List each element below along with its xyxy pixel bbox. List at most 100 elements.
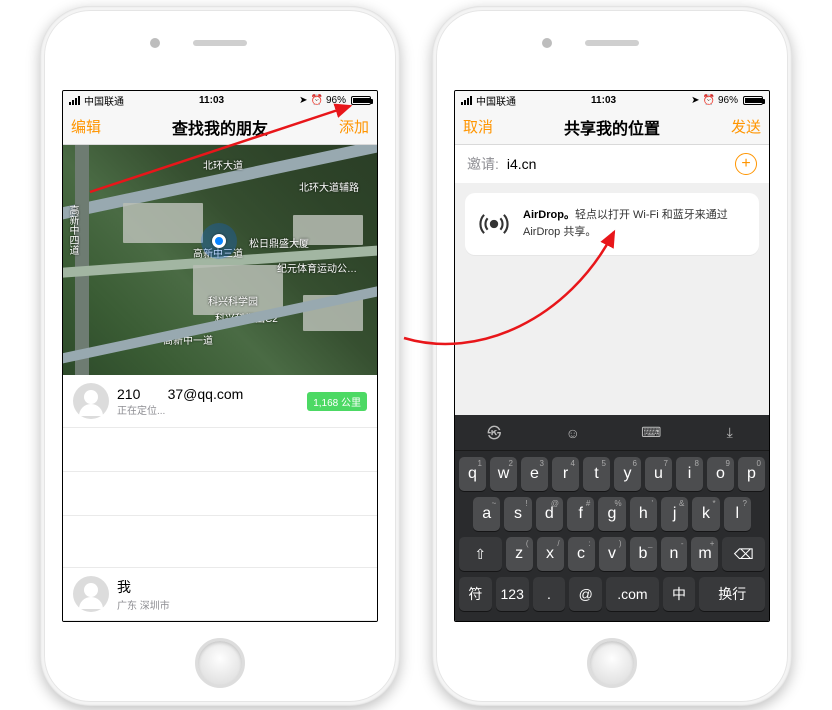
status-time: 11:03 [124,95,299,106]
page-title: 查找我的朋友 [111,115,329,139]
send-button[interactable]: 发送 [721,116,761,137]
me-name: 我 [117,577,367,597]
key-x[interactable]: x/ [537,537,564,571]
key-numbers[interactable]: 123 [496,577,529,611]
key-i[interactable]: i8 [676,457,703,491]
location-icon: ➤ [299,95,307,106]
home-button[interactable] [587,638,637,688]
alarm-icon: ⏰ [311,95,323,106]
key-shift[interactable]: ⇧ [459,537,502,571]
key-l[interactable]: l? [724,497,751,531]
list-item [63,428,377,472]
map-place-c: 松日鼎盛大厦 [249,235,309,250]
key-g[interactable]: g% [598,497,625,531]
status-bar: 中国联通 11:03 ➤ ⏰ 96% [63,91,377,109]
key-dot[interactable]: . [533,577,566,611]
kbd-tool-menu[interactable]: ㉿ [455,415,534,450]
key-d[interactable]: d@ [536,497,563,531]
phone-body: 中国联通 11:03 ➤ ⏰ 96% 取消 共享我的位置 发送 邀请: i4.c… [436,10,788,702]
airdrop-text: AirDrop。轻点以打开 Wi-Fi 和蓝牙来通过 AirDrop 共享。 [523,207,747,240]
navbar-right: 取消 共享我的位置 发送 [455,109,769,145]
key-k[interactable]: k* [692,497,719,531]
kbd-tool-emoji[interactable]: ☺ [534,415,613,450]
friend-name: 210 37@qq.com [117,386,301,402]
navbar-left: 编辑 查找我的朋友 添加 [63,109,377,145]
speaker [585,40,639,46]
key-e[interactable]: e3 [521,457,548,491]
avatar [73,576,109,612]
key-s[interactable]: s! [504,497,531,531]
key-n[interactable]: n- [661,537,688,571]
map-place-d: 纪元体育运动公… [277,260,357,275]
signal-icon [461,96,472,105]
invite-row[interactable]: 邀请: i4.cn + [455,145,769,183]
edit-button[interactable]: 编辑 [71,116,111,137]
map-road-bottom: 高新中一道 [163,332,213,347]
kbd-tool-collapse[interactable]: ⤓ [691,415,770,450]
status-time: 11:03 [516,95,691,106]
key-lang[interactable]: 中 [663,577,696,611]
key-u[interactable]: u7 [645,457,672,491]
key-o[interactable]: o9 [707,457,734,491]
battery-icon [351,96,371,105]
airdrop-icon [477,207,511,241]
kbd-tool-keyboard[interactable]: ⌨ [612,415,691,450]
location-icon: ➤ [691,95,699,106]
key-a[interactable]: a~ [473,497,500,531]
key-dotcom[interactable]: .com [606,577,658,611]
keyboard-toolbar: ㉿ ☺ ⌨ ⤓ [455,415,769,451]
map-v-road: 高新中四道 [65,205,80,255]
key-v[interactable]: v) [599,537,626,571]
key-z[interactable]: z( [506,537,533,571]
friend-status: 正在定位... [117,402,301,417]
status-right: ➤ ⏰ 96% [691,95,763,106]
map-place-b: 科兴科学园C2 [215,310,278,325]
kbd-row-3: ⇧ z(x/c:v)b_n-m+ ⌫ [459,537,765,571]
phone-right: 中国联通 11:03 ➤ ⏰ 96% 取消 共享我的位置 发送 邀请: i4.c… [432,6,792,706]
invite-input[interactable]: i4.cn [507,156,735,172]
carrier-label: 中国联通 [476,93,516,108]
home-button[interactable] [195,638,245,688]
key-q[interactable]: q1 [459,457,486,491]
spacer [455,265,769,415]
key-y[interactable]: y6 [614,457,641,491]
map-road-top-aux: 北环大道辅路 [299,179,359,194]
key-enter[interactable]: 换行 [699,577,765,611]
key-f[interactable]: f# [567,497,594,531]
key-j[interactable]: j& [661,497,688,531]
battery-icon [743,96,763,105]
key-at[interactable]: @ [569,577,602,611]
friends-list: 210 37@qq.com 正在定位... 1,168 公里 我 广东 深圳市 [63,375,377,621]
screen-left: 中国联通 11:03 ➤ ⏰ 96% 编辑 查找我的朋友 添加 [62,90,378,622]
airdrop-card[interactable]: AirDrop。轻点以打开 Wi-Fi 和蓝牙来通过 AirDrop 共享。 [465,193,759,255]
status-bar: 中国联通 11:03 ➤ ⏰ 96% [455,91,769,109]
key-t[interactable]: t5 [583,457,610,491]
key-symbols[interactable]: 符 [459,577,492,611]
key-c[interactable]: c: [568,537,595,571]
cancel-button[interactable]: 取消 [463,116,503,137]
key-b[interactable]: b_ [630,537,657,571]
add-button[interactable]: 添加 [329,116,369,137]
key-h[interactable]: h' [630,497,657,531]
add-contact-button[interactable]: + [735,153,757,175]
me-location: 广东 深圳市 [117,597,367,612]
page-title: 共享我的位置 [503,115,721,139]
key-p[interactable]: p0 [738,457,765,491]
alarm-icon: ⏰ [703,95,715,106]
key-w[interactable]: w2 [490,457,517,491]
screen-right: 中国联通 11:03 ➤ ⏰ 96% 取消 共享我的位置 发送 邀请: i4.c… [454,90,770,622]
battery-percent: 96% [718,95,738,106]
kbd-row-1: q1w2e3r4t5y6u7i8o9p0 [459,457,765,491]
map-road-top: 北环大道 [203,157,243,172]
friend-row[interactable]: 210 37@qq.com 正在定位... 1,168 公里 [63,375,377,428]
me-row[interactable]: 我 广东 深圳市 [63,567,377,621]
map-view[interactable]: 北环大道 北环大道辅路 高新中三道 科兴科学园 科兴科学园C2 纪元体育运动公…… [63,145,377,375]
camera-dot [542,38,552,48]
phone-body: 中国联通 11:03 ➤ ⏰ 96% 编辑 查找我的朋友 添加 [44,10,396,702]
list-item [63,472,377,516]
key-r[interactable]: r4 [552,457,579,491]
keyboard[interactable]: ㉿ ☺ ⌨ ⤓ q1w2e3r4t5y6u7i8o9p0 a~s!d@f#g%h… [455,415,769,621]
key-m[interactable]: m+ [691,537,718,571]
key-backspace[interactable]: ⌫ [722,537,765,571]
camera-dot [150,38,160,48]
